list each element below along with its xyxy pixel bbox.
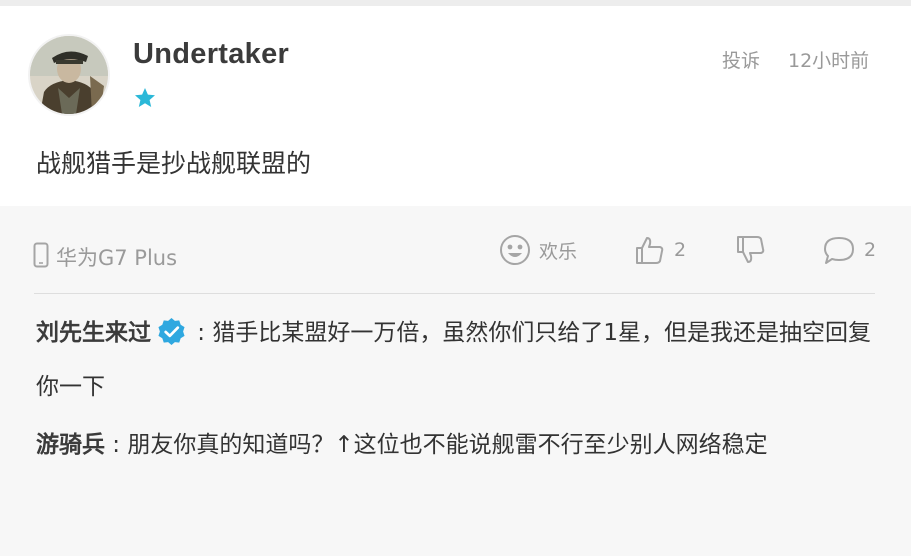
comment-button[interactable]: 2 — [822, 234, 876, 266]
star-icon — [135, 88, 155, 107]
like-button[interactable]: 2 — [634, 234, 686, 266]
smiley-icon — [500, 235, 530, 265]
avatar-image — [30, 36, 108, 114]
reply-list: 刘先生来过 : 猎手比某盟好一万倍，虽然你们只给了1星，但是我还是抽空回复你一下… — [0, 294, 911, 472]
reply-item: 游骑兵 : 朋友你真的知道吗？↑这位也不能说舰雷不行至少别人网络稳定 — [36, 418, 875, 472]
thumbs-down-icon — [737, 236, 765, 263]
emoji-reaction-button[interactable]: 欢乐 — [499, 234, 577, 266]
reply-username[interactable]: 游骑兵 — [36, 432, 105, 458]
username[interactable]: Undertaker — [133, 38, 289, 71]
reply-username[interactable]: 刘先生来过 — [36, 320, 151, 346]
reply-text: 朋友你真的知道吗？↑这位也不能说舰雷不行至少别人网络稳定 — [127, 432, 768, 458]
avatar[interactable] — [30, 36, 108, 114]
thumbs-up-icon — [636, 237, 664, 264]
divider — [34, 293, 875, 294]
comment-text: 战舰猎手是抄战舰联盟的 — [36, 149, 312, 178]
verified-badge-icon — [158, 317, 185, 346]
meta-bar: 华为G7 Plus 欢乐 2 2 — [0, 206, 911, 294]
comment-card: Undertaker 投诉 12小时前 战舰猎手是抄战舰联盟的 — [0, 6, 911, 206]
emoji-label: 欢乐 — [539, 240, 578, 263]
phone-icon — [33, 242, 49, 268]
device-name: 华为G7 Plus — [56, 246, 178, 270]
reply-item: 刘先生来过 : 猎手比某盟好一万倍，虽然你们只给了1星，但是我还是抽空回复你一下 — [36, 294, 875, 414]
comment-bubble-icon — [824, 237, 854, 264]
reply-separator: : — [190, 320, 213, 346]
like-count: 2 — [674, 239, 687, 261]
report-link[interactable]: 投诉 — [722, 46, 760, 73]
dislike-button[interactable] — [735, 234, 767, 266]
timestamp: 12小时前 — [788, 50, 870, 72]
reply-separator: : — [105, 432, 128, 458]
comment-count: 2 — [864, 239, 877, 261]
